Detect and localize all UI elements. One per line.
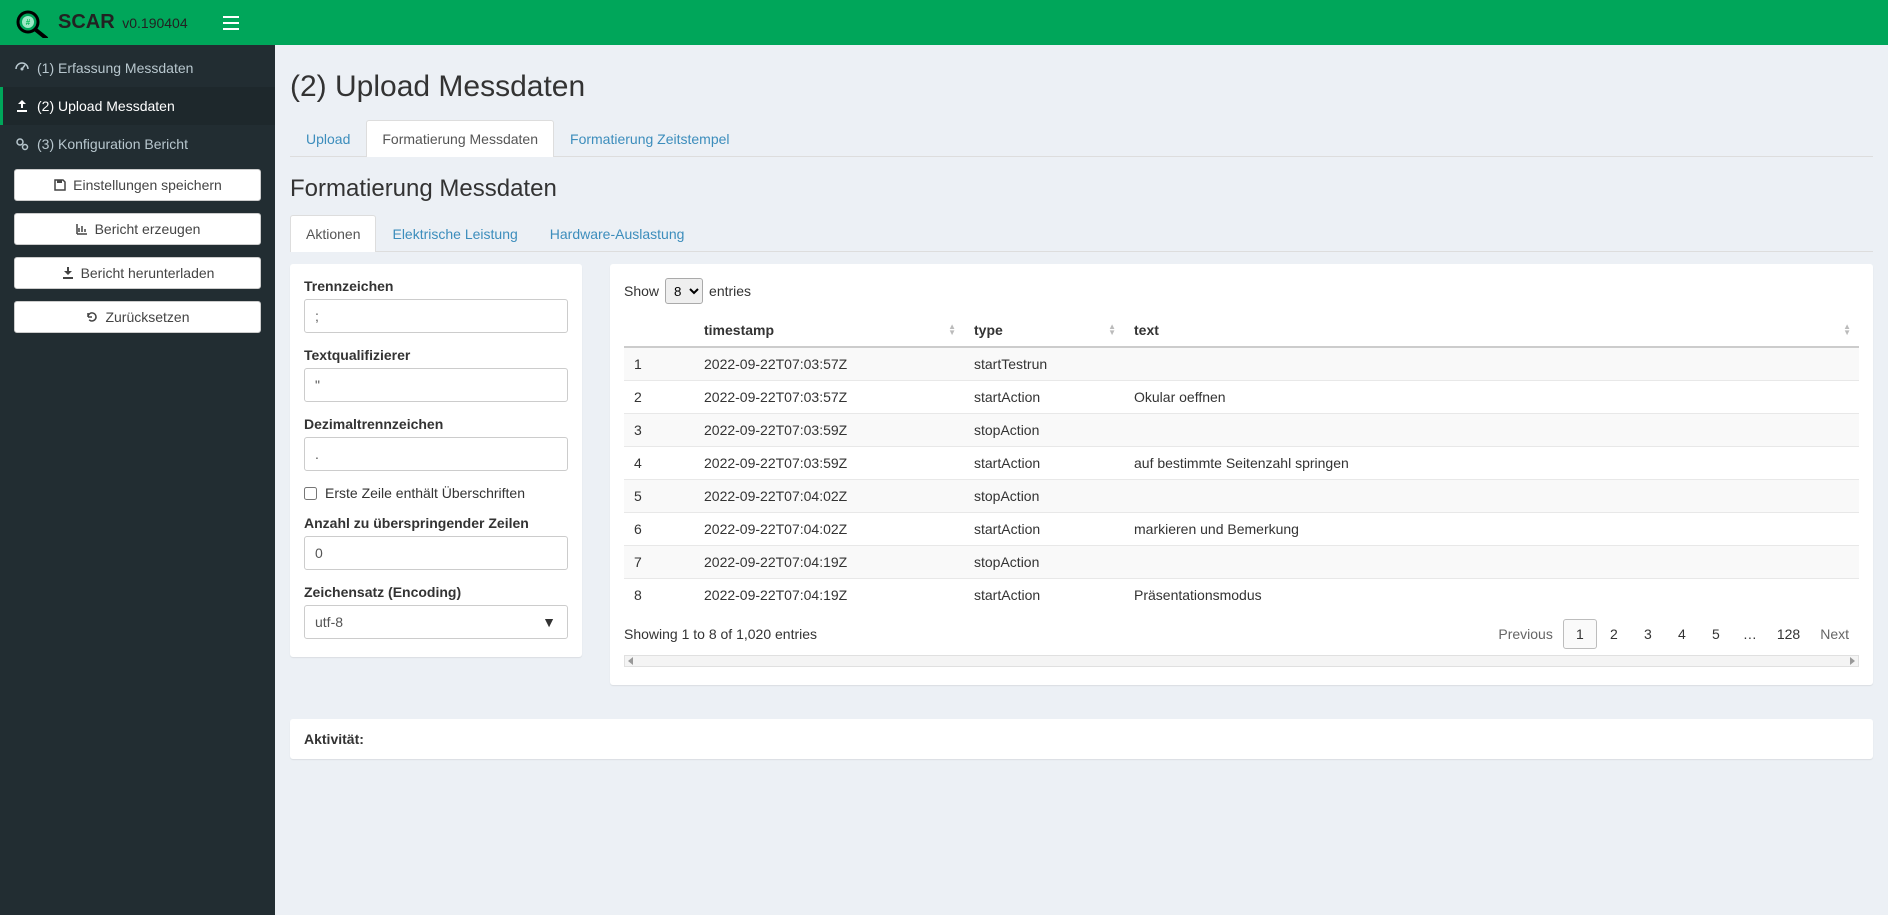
table-row: 52022-09-22T07:04:02ZstopAction bbox=[624, 480, 1859, 513]
pagination: Previous 12345…128 Next bbox=[1488, 619, 1859, 649]
sidebar-item-erfassung[interactable]: (1) Erfassung Messdaten bbox=[0, 49, 275, 87]
logo: # SCAR v0.190404 bbox=[0, 0, 209, 45]
skip-label: Anzahl zu überspringender Zeilen bbox=[304, 515, 568, 531]
page-number[interactable]: 4 bbox=[1665, 619, 1699, 649]
tab-formatierung-messdaten[interactable]: Formatierung Messdaten bbox=[366, 120, 554, 157]
sidebar-item-konfiguration[interactable]: (3) Konfiguration Bericht bbox=[0, 125, 275, 163]
page-number[interactable]: 1 bbox=[1563, 619, 1597, 649]
data-table: timestamp▲▼ type▲▼ text▲▼ 12022-09-22T07… bbox=[624, 314, 1859, 611]
download-report-button[interactable]: Bericht herunterladen bbox=[14, 257, 261, 289]
datatable-length: Show 8 entries bbox=[624, 278, 1859, 304]
table-row: 62022-09-22T07:04:02ZstartActionmarkiere… bbox=[624, 513, 1859, 546]
activity-box: Aktivität: bbox=[290, 719, 1873, 759]
qualifier-input[interactable] bbox=[304, 368, 568, 402]
svg-text:#: # bbox=[26, 18, 31, 27]
app-header: # SCAR v0.190404 bbox=[0, 0, 1888, 45]
header-checkbox[interactable] bbox=[304, 487, 317, 500]
col-timestamp[interactable]: timestamp▲▼ bbox=[694, 314, 964, 347]
page-number[interactable]: 128 bbox=[1767, 619, 1810, 649]
sort-icon: ▲▼ bbox=[1843, 324, 1851, 336]
decimal-label: Dezimaltrennzeichen bbox=[304, 416, 568, 432]
table-row: 12022-09-22T07:03:57ZstartTestrun bbox=[624, 347, 1859, 381]
upload-icon bbox=[15, 99, 29, 113]
main-content: (2) Upload Messdaten Upload Formatierung… bbox=[275, 45, 1888, 915]
hamburger-icon bbox=[223, 16, 239, 30]
skip-input[interactable] bbox=[304, 536, 568, 570]
download-icon bbox=[61, 266, 75, 280]
subtab-aktionen[interactable]: Aktionen bbox=[290, 215, 376, 252]
reset-button[interactable]: Zurücksetzen bbox=[14, 301, 261, 333]
page-length-select[interactable]: 8 bbox=[665, 278, 703, 304]
qualifier-label: Textqualifizierer bbox=[304, 347, 568, 363]
chart-icon bbox=[75, 222, 89, 236]
dashboard-icon bbox=[15, 61, 29, 75]
activity-label: Aktivität: bbox=[304, 731, 364, 747]
horizontal-scrollbar[interactable] bbox=[624, 655, 1859, 667]
gears-icon bbox=[15, 137, 29, 151]
sidebar-item-label: (1) Erfassung Messdaten bbox=[37, 60, 193, 76]
sidebar-item-label: (3) Konfiguration Bericht bbox=[37, 136, 188, 152]
table-row: 22022-09-22T07:03:57ZstartActionOkular o… bbox=[624, 381, 1859, 414]
page-number[interactable]: 3 bbox=[1631, 619, 1665, 649]
brand-version: v0.190404 bbox=[122, 15, 187, 31]
page-title: (2) Upload Messdaten bbox=[290, 70, 1873, 104]
tab-upload[interactable]: Upload bbox=[290, 120, 366, 157]
delimiter-label: Trennzeichen bbox=[304, 278, 568, 294]
logo-icon: # bbox=[12, 8, 56, 38]
delimiter-input[interactable] bbox=[304, 299, 568, 333]
datatable-info: Showing 1 to 8 of 1,020 entries bbox=[624, 626, 817, 642]
generate-report-button[interactable]: Bericht erzeugen bbox=[14, 213, 261, 245]
sidebar-toggle-button[interactable] bbox=[209, 0, 253, 45]
page-number[interactable]: 5 bbox=[1699, 619, 1733, 649]
sort-icon: ▲▼ bbox=[948, 324, 956, 336]
sidebar: (1) Erfassung Messdaten (2) Upload Messd… bbox=[0, 45, 275, 915]
sort-icon: ▲▼ bbox=[1108, 324, 1116, 336]
tab-formatierung-zeitstempel[interactable]: Formatierung Zeitstempel bbox=[554, 120, 746, 157]
page-number[interactable]: 2 bbox=[1597, 619, 1631, 649]
page-previous[interactable]: Previous bbox=[1488, 619, 1562, 649]
header-checkbox-label: Erste Zeile enthält Überschriften bbox=[325, 485, 525, 501]
section-title: Formatierung Messdaten bbox=[290, 175, 1873, 203]
sidebar-item-label: (2) Upload Messdaten bbox=[37, 98, 175, 114]
table-row: 82022-09-22T07:04:19ZstartActionPräsenta… bbox=[624, 579, 1859, 612]
col-text[interactable]: text▲▼ bbox=[1124, 314, 1859, 347]
col-index[interactable] bbox=[624, 314, 694, 347]
encoding-select[interactable] bbox=[304, 605, 568, 639]
col-type[interactable]: type▲▼ bbox=[964, 314, 1124, 347]
subtab-hardware-auslastung[interactable]: Hardware-Auslastung bbox=[534, 215, 701, 252]
page-next[interactable]: Next bbox=[1810, 619, 1859, 649]
save-settings-button[interactable]: Einstellungen speichern bbox=[14, 169, 261, 201]
table-row: 42022-09-22T07:03:59ZstartActionauf best… bbox=[624, 447, 1859, 480]
format-form-box: Trennzeichen Textqualifizierer Dezimaltr… bbox=[290, 264, 582, 657]
page-number: … bbox=[1733, 619, 1767, 649]
encoding-label: Zeichensatz (Encoding) bbox=[304, 584, 568, 600]
sidebar-item-upload[interactable]: (2) Upload Messdaten bbox=[0, 87, 275, 125]
table-row: 32022-09-22T07:03:59ZstopAction bbox=[624, 414, 1859, 447]
data-table-box: Show 8 entries timestamp▲▼ bbox=[610, 264, 1873, 685]
brand-name: SCAR bbox=[58, 11, 115, 33]
subtab-elektrische-leistung[interactable]: Elektrische Leistung bbox=[376, 215, 533, 252]
refresh-icon bbox=[85, 310, 99, 324]
sub-tabs: Aktionen Elektrische Leistung Hardware-A… bbox=[290, 215, 1873, 252]
save-icon bbox=[53, 178, 67, 192]
top-tabs: Upload Formatierung Messdaten Formatieru… bbox=[290, 120, 1873, 157]
navbar bbox=[209, 0, 1888, 45]
table-row: 72022-09-22T07:04:19ZstopAction bbox=[624, 546, 1859, 579]
decimal-input[interactable] bbox=[304, 437, 568, 471]
